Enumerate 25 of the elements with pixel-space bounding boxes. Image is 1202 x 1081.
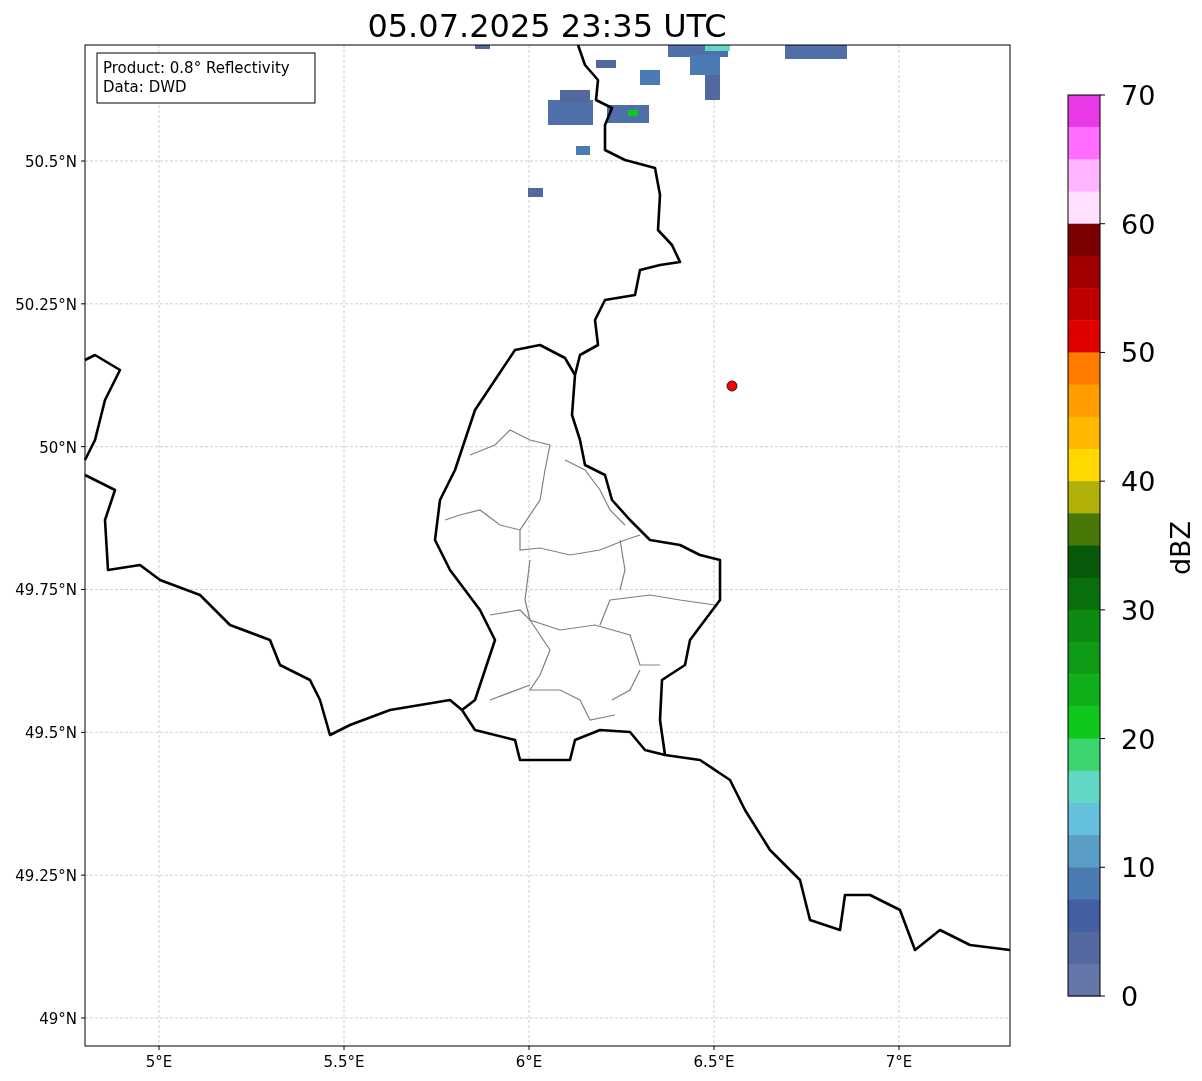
longitude-label: 6.5°E xyxy=(693,1053,735,1071)
colorbar-tick-label: 60 xyxy=(1121,208,1156,240)
info-text: Product: 0.8° Reflectivity xyxy=(103,59,290,77)
colorbar-tick-label: 10 xyxy=(1121,852,1156,884)
info-text: Data: DWD xyxy=(103,78,187,96)
latitude-label: 50.25°N xyxy=(15,295,77,314)
colorbar-tick-label: 30 xyxy=(1121,594,1156,626)
latitude-label: 49.25°N xyxy=(15,867,77,886)
longitude-label: 5.5°E xyxy=(323,1053,365,1071)
colorbar-tick-label: 70 xyxy=(1121,80,1156,111)
longitude-label: 7°E xyxy=(885,1053,913,1071)
longitude-label: 6°E xyxy=(515,1053,543,1071)
colorbar-tick-label: 40 xyxy=(1121,466,1156,498)
location-marker xyxy=(726,380,738,392)
colorbar-tick-label: 20 xyxy=(1121,723,1156,755)
latitude-label: 49.5°N xyxy=(24,724,77,743)
colorbar-tick-label: 50 xyxy=(1121,337,1156,369)
colorbar-label: dBZ xyxy=(1165,520,1196,576)
latitude-label: 50°N xyxy=(39,438,77,457)
latitude-label: 50.5°N xyxy=(24,153,77,171)
latitude-label: 49°N xyxy=(39,1010,77,1028)
longitude-label: 5°E xyxy=(145,1053,173,1071)
latitude-label: 49.75°N xyxy=(15,581,77,600)
chart-title: 05.07.2025 23:35 UTC xyxy=(367,7,727,45)
colorbar-tick-label: 0 xyxy=(1121,981,1139,1012)
